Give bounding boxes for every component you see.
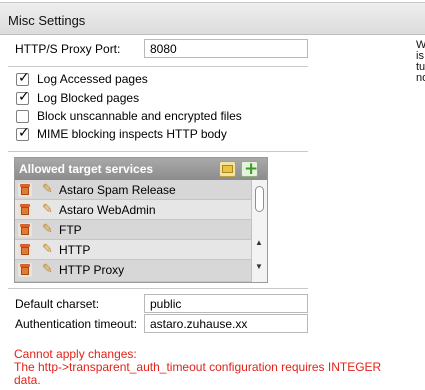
panel-title: Misc Settings — [8, 13, 86, 28]
auth-timeout-input[interactable] — [144, 314, 308, 333]
scroll-down-icon[interactable]: ▼ — [255, 262, 263, 271]
service-name: Astaro Spam Release — [59, 183, 176, 197]
list-item[interactable]: ✎ HTTP Proxy — [15, 260, 251, 282]
proxy-port-label: HTTP/S Proxy Port: — [15, 42, 121, 56]
list-item[interactable]: ✎ Astaro Spam Release — [15, 180, 251, 200]
service-name: HTTP Proxy — [59, 263, 125, 277]
trash-icon[interactable] — [18, 183, 32, 197]
charset-input[interactable] — [144, 294, 308, 313]
divider — [8, 151, 308, 152]
trash-icon[interactable] — [18, 223, 32, 237]
error-message: Cannot apply changes: The http->transpar… — [14, 348, 414, 387]
scroll-thumb[interactable] — [255, 186, 264, 212]
add-service-button[interactable]: + — [241, 159, 259, 179]
list-item[interactable]: ✎ FTP — [15, 220, 251, 240]
checkbox[interactable]: ✓ — [16, 89, 30, 105]
service-name: HTTP — [59, 243, 91, 257]
pencil-icon[interactable]: ✎ — [42, 242, 53, 257]
checkbox[interactable]: ✓ — [16, 70, 30, 86]
misc-settings-panel: Misc Settings W is tu no HTTP/S Proxy Po… — [0, 0, 425, 390]
allowed-services-list: Allowed target services + ✎ Astaro Spam … — [14, 157, 268, 283]
checkmark-icon: ✓ — [18, 70, 30, 86]
pencil-icon[interactable]: ✎ — [42, 182, 53, 197]
list-title: Allowed target services — [19, 162, 154, 176]
checkmark-icon: ✓ — [18, 89, 30, 105]
folder-button[interactable] — [219, 161, 236, 177]
checkmark-icon: ✓ — [18, 125, 30, 141]
list-scrollbar[interactable]: ▲ ▼ — [251, 180, 267, 282]
trash-icon[interactable] — [18, 243, 32, 257]
pencil-icon[interactable]: ✎ — [42, 202, 53, 217]
pencil-icon[interactable]: ✎ — [42, 262, 53, 277]
scroll-up-icon[interactable]: ▲ — [255, 238, 263, 247]
error-line: data. — [14, 373, 41, 387]
list-item[interactable]: ✎ Astaro WebAdmin — [15, 200, 251, 220]
proxy-port-input[interactable] — [144, 39, 308, 58]
panel-header: Misc Settings — [0, 2, 425, 35]
checkbox-label: Log Accessed pages — [37, 72, 148, 86]
divider — [8, 66, 308, 67]
service-name: Astaro WebAdmin — [59, 203, 156, 217]
plus-icon: + — [244, 159, 259, 179]
error-line: The http->transparent_auth_timeout confi… — [14, 360, 382, 374]
trash-icon[interactable] — [18, 263, 32, 277]
pencil-icon[interactable]: ✎ — [42, 222, 53, 237]
checkbox[interactable]: ✓ — [16, 125, 30, 141]
trash-icon[interactable] — [18, 203, 32, 217]
list-item[interactable]: ✎ HTTP — [15, 240, 251, 260]
checkbox-label: Block unscannable and encrypted files — [37, 109, 242, 123]
charset-label: Default charset: — [15, 297, 100, 311]
auth-timeout-label: Authentication timeout: — [15, 317, 138, 331]
list-header: Allowed target services + — [15, 158, 267, 180]
checkbox[interactable] — [16, 110, 29, 123]
checkbox-label: Log Blocked pages — [37, 91, 140, 105]
service-name: FTP — [59, 223, 82, 237]
folder-icon — [222, 165, 233, 173]
checkbox-label: MIME blocking inspects HTTP body — [37, 127, 227, 141]
side-help-text: W is tu no — [416, 40, 425, 84]
divider — [8, 288, 308, 289]
side-text-line: no — [416, 72, 425, 84]
